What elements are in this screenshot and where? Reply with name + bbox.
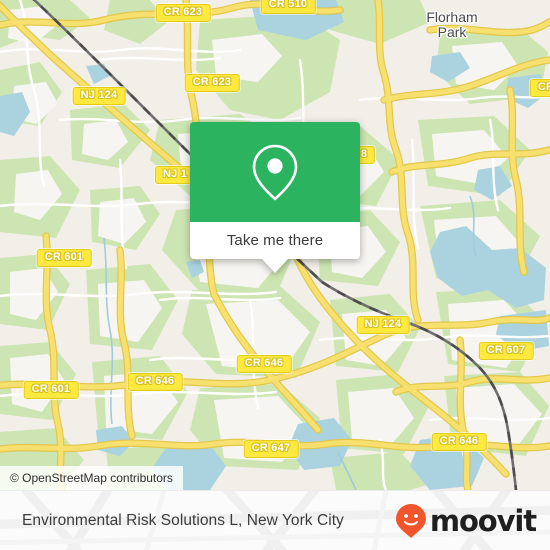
road-shield: CR 623 <box>155 4 211 22</box>
moovit-map-screenshot: CR 623CR 510CR 623NJ 124CRNJ 18CR 601NJ … <box>0 0 550 550</box>
take-me-there-button[interactable]: Take me there <box>190 222 360 259</box>
callout-pointer <box>262 259 288 273</box>
place-title: Environmental Risk Solutions L, New York… <box>22 491 344 550</box>
road-shield: CR 601 <box>36 249 92 267</box>
moovit-pin-icon <box>395 504 426 538</box>
road-shield: CR 510 <box>260 0 316 14</box>
road-shield: CR 607 <box>478 342 534 360</box>
callout-header <box>190 122 360 222</box>
road-shield: CR 623 <box>184 74 240 92</box>
road-shield: NJ 124 <box>72 87 126 105</box>
bottom-bar: Environmental Risk Solutions L, New York… <box>0 490 550 550</box>
map-canvas[interactable]: CR 623CR 510CR 623NJ 124CRNJ 18CR 601NJ … <box>0 0 550 490</box>
take-me-there-label: Take me there <box>226 232 324 249</box>
osm-attribution[interactable]: © OpenStreetMap contributors <box>0 466 183 490</box>
osm-attribution-text: © OpenStreetMap contributors <box>10 471 173 485</box>
city-label: Florham Park <box>426 9 478 40</box>
place-title-text: Environmental Risk Solutions L, New York… <box>22 512 344 529</box>
moovit-logo[interactable]: moovit <box>395 491 537 550</box>
place-callout[interactable]: Take me there <box>190 122 360 273</box>
map-pin-icon <box>252 144 298 201</box>
road-shield: CR 601 <box>23 381 79 399</box>
road-shield: CR 647 <box>243 440 299 458</box>
road-shield: CR 646 <box>431 433 487 451</box>
road-shield: CR <box>529 79 550 97</box>
road-shield: CR 646 <box>236 355 292 373</box>
road-shield: NJ 124 <box>356 316 410 334</box>
road-shield: CR 646 <box>127 373 183 391</box>
moovit-wordmark: moovit <box>429 503 537 538</box>
